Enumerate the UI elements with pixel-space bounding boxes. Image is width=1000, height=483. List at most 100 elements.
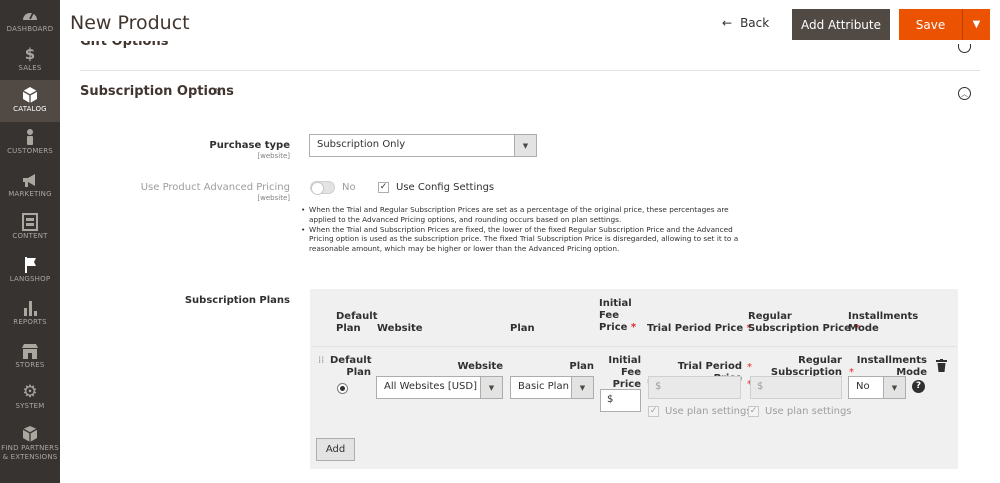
cube-icon (22, 87, 38, 103)
row-website-label: Website (457, 361, 503, 372)
nav-find-partners-label-1: FIND PARTNERS (1, 444, 59, 452)
pencil-icon[interactable]: ✎ (213, 86, 222, 99)
nav-langshop[interactable]: LANGSHOP (0, 256, 60, 284)
currency-prefix: $ (607, 394, 614, 405)
adv-pricing-scope: [website] (257, 194, 290, 202)
add-plan-button[interactable]: Add (316, 438, 355, 461)
chevron-up-icon[interactable]: ︿ (958, 87, 971, 100)
header-website: Website (377, 323, 423, 334)
nav-reports[interactable]: REPORTS (0, 299, 60, 327)
flag-icon (25, 257, 36, 273)
back-button-label: Back (740, 16, 770, 30)
website-select-value: All Websites [USD] (384, 381, 477, 392)
nav-langshop-label: LANGSHOP (9, 275, 51, 283)
nav-stores-label: STORES (15, 361, 45, 369)
row-initial-fee-label: Initial Fee Price (608, 355, 641, 390)
header-installments: Installments Mode (848, 311, 919, 334)
caret-down-icon: ▼ (972, 19, 981, 30)
nav-dashboard-label: DASHBOARD (6, 25, 54, 33)
trial-price-input[interactable]: $ (648, 376, 741, 399)
purchase-type-label: Purchase type (209, 140, 290, 151)
initial-fee-input[interactable]: $ (600, 389, 641, 412)
subscription-plans-label: Subscription Plans (184, 295, 290, 306)
subscription-options-title[interactable]: Subscription Options (80, 84, 234, 99)
nav-find-partners-label-2: & EXTENSIONS (2, 453, 58, 461)
gift-options-title[interactable]: Gift Options (80, 41, 168, 56)
currency-prefix: $ (757, 381, 764, 392)
required-mark: * (747, 362, 752, 373)
arrow-left-icon: ← (722, 16, 733, 30)
bar-chart-icon (24, 301, 37, 316)
megaphone-icon (23, 174, 35, 187)
nav-customers[interactable]: CUSTOMERS (0, 128, 60, 156)
nav-dashboard[interactable]: DASHBOARD (0, 6, 60, 34)
trash-icon[interactable] (936, 359, 947, 372)
trial-use-plan-label: Use plan settings (665, 406, 752, 417)
row-default-plan-label: Default Plan (330, 355, 372, 378)
trial-use-plan-checkbox[interactable]: ✓ (648, 406, 659, 417)
regular-use-plan-label: Use plan settings (765, 406, 852, 417)
select-arrow-icon: ▼ (571, 377, 593, 398)
header-regular-price: Regular Subscription Price * (748, 311, 860, 334)
person-icon (27, 129, 33, 145)
select-arrow-icon: ▼ (514, 135, 536, 156)
nav-marketing-label: MARKETING (8, 190, 52, 198)
help-icon[interactable]: ? (912, 380, 925, 393)
purchase-type-select[interactable]: Subscription Only ▼ (309, 134, 537, 157)
storefront-icon (22, 344, 38, 359)
adv-pricing-toggle[interactable] (310, 181, 335, 195)
nav-find-partners[interactable]: FIND PARTNERS & EXTENSIONS (0, 425, 60, 462)
select-arrow-icon: ▼ (883, 377, 905, 398)
website-select[interactable]: All Websites [USD] ▼ (376, 376, 503, 399)
pricing-note: When the Trial and Regular Subscription … (301, 205, 753, 225)
row-plan-label: Plan (569, 361, 594, 372)
nav-catalog-label: CATALOG (13, 105, 47, 113)
nav-reports-label: REPORTS (13, 318, 47, 326)
add-attribute-button[interactable]: Add Attribute (792, 9, 890, 40)
page-title: New Product (70, 12, 190, 34)
purchase-type-scope: [website] (257, 152, 290, 160)
installments-select[interactable]: No ▼ (848, 376, 906, 399)
use-config-label: Use Config Settings (396, 182, 495, 193)
dollar-icon: $ (24, 45, 36, 63)
header-plan: Plan (510, 323, 535, 334)
default-plan-radio[interactable] (337, 383, 348, 394)
save-button[interactable]: Save (899, 9, 962, 40)
regular-use-plan-checkbox[interactable]: ✓ (748, 406, 759, 417)
nav-system-label: SYSTEM (15, 402, 45, 410)
nav-content-label: CONTENT (12, 232, 48, 240)
nav-customers-label: CUSTOMERS (7, 147, 53, 155)
drag-handle-icon[interactable]: ⁞⁞ (318, 356, 326, 371)
nav-sales-label: SALES (18, 64, 42, 72)
save-options-dropdown[interactable]: ▼ (962, 9, 990, 40)
adv-pricing-toggle-text: No (342, 182, 356, 193)
pricing-note: When the Trial and Subscription Prices a… (301, 225, 753, 254)
currency-prefix: $ (655, 381, 662, 392)
nav-content[interactable]: CONTENT (0, 213, 60, 241)
installments-select-value: No (856, 381, 870, 392)
nav-catalog[interactable]: CATALOG (0, 80, 60, 122)
back-button[interactable]: ← Back (722, 16, 769, 30)
purchase-type-value: Subscription Only (317, 139, 406, 150)
pricing-notes: When the Trial and Regular Subscription … (301, 205, 753, 254)
header-trial-price: Trial Period Price * (647, 323, 752, 334)
use-config-checkbox[interactable]: ✓ (378, 182, 389, 193)
header-default-plan: Default Plan (336, 311, 378, 334)
plan-select-value: Basic Plan (518, 381, 569, 392)
admin-sidebar: DASHBOARD $ SALES CATALOG CUSTOMERS MARK… (0, 0, 60, 483)
header-initial-fee: Initial Fee Price * (599, 298, 637, 333)
nav-sales[interactable]: $ SALES (0, 45, 60, 73)
plan-select[interactable]: Basic Plan ▼ (510, 376, 594, 399)
gift-options-collapse-icon[interactable] (958, 44, 971, 53)
section-divider (80, 70, 980, 71)
select-arrow-icon: ▼ (480, 377, 502, 398)
nav-stores[interactable]: STORES (0, 342, 60, 370)
nav-marketing[interactable]: MARKETING (0, 171, 60, 199)
box-icon (22, 426, 38, 442)
nav-system[interactable]: ⚙ SYSTEM (0, 383, 60, 411)
layout-icon (22, 213, 38, 231)
dashboard-icon (23, 12, 37, 20)
adv-pricing-label: Use Product Advanced Pricing (140, 182, 290, 193)
regular-price-input[interactable]: $ (750, 376, 842, 399)
gear-icon: ⚙ (22, 382, 38, 402)
